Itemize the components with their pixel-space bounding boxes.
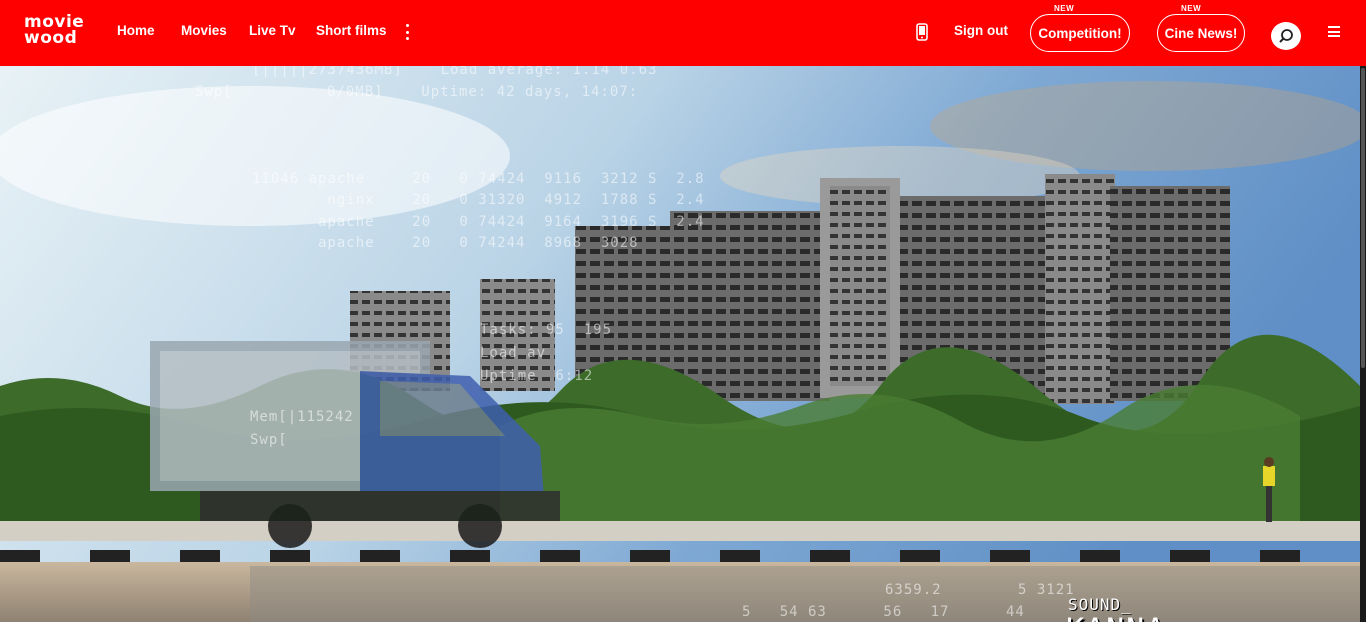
terminal-overlay-line: Swp[ — [250, 432, 288, 448]
terminal-readout: 6359.2 — [885, 582, 942, 598]
credit-role-text: SOUND_ — [1068, 595, 1132, 614]
hamburger-menu-icon[interactable] — [1328, 26, 1340, 37]
competition-button-label: Competition! — [1038, 25, 1122, 41]
kebab-icon[interactable] — [402, 24, 412, 40]
terminal-overlay-line: Tasks: 95 195 — [480, 322, 613, 338]
nav-home-link[interactable]: Home — [117, 23, 155, 38]
terminal-overlay-line: nginx 20 0 31320 4912 1788 S 2.4 — [252, 192, 705, 208]
terminal-overlay-line: [|||||2737436MB] Load average: 1.14 0.63 — [252, 66, 658, 78]
sign-out-link[interactable]: Sign out — [954, 23, 1008, 38]
nav-movies-link[interactable]: Movies — [181, 23, 227, 38]
terminal-overlay-line: Load av — [480, 345, 547, 361]
nav-live-tv-link[interactable]: Live Tv — [249, 23, 296, 38]
moviewood-logo[interactable]: movie wood — [24, 14, 84, 50]
hero-video-banner[interactable]: [|||||2737436MB] Load average: 1.14 0.63… — [0, 66, 1360, 622]
terminal-overlay-line: apache 20 0 74424 9164 3196 S 2.4 — [252, 214, 705, 230]
terminal-overlay-line: Swp[ 0/0MB] Uptime: 42 days, 14:07: — [195, 84, 639, 100]
scrollbar-thumb[interactable] — [1361, 68, 1365, 368]
competition-new-badge: NEW — [1054, 4, 1075, 13]
cine-news-button-label: Cine News! — [1164, 25, 1238, 41]
terminal-overlay-line: 11046 apache 20 0 74424 9116 3212 S 2.8 — [252, 171, 705, 187]
hero-scene-image — [0, 66, 1360, 622]
page-scrollbar[interactable] — [1360, 66, 1366, 622]
competition-button[interactable]: Competition! — [1030, 14, 1130, 52]
logo-text-line2: wood — [24, 28, 78, 48]
top-navbar: movie wood Home Movies Live Tv Short fil… — [0, 0, 1366, 66]
search-icon[interactable] — [1271, 22, 1301, 50]
terminal-overlay-line: Uptime 6:12 — [480, 368, 594, 384]
terminal-code-readout: 5 3121 — [1018, 582, 1075, 598]
nav-short-films-link[interactable]: Short films — [316, 23, 387, 38]
terminal-overlay-line: Mem[|115242 — [250, 409, 354, 425]
cine-news-button[interactable]: Cine News! — [1157, 14, 1245, 52]
terminal-overlay-line: apache 20 0 74244 8968 3028 — [252, 235, 639, 251]
terminal-code-readout: 5 54 63 56 17 44 — [742, 604, 1025, 620]
phone-icon[interactable] — [914, 23, 930, 41]
cine-news-new-badge: NEW — [1181, 4, 1202, 13]
credit-name-text: KANNA_ — [1066, 613, 1186, 622]
